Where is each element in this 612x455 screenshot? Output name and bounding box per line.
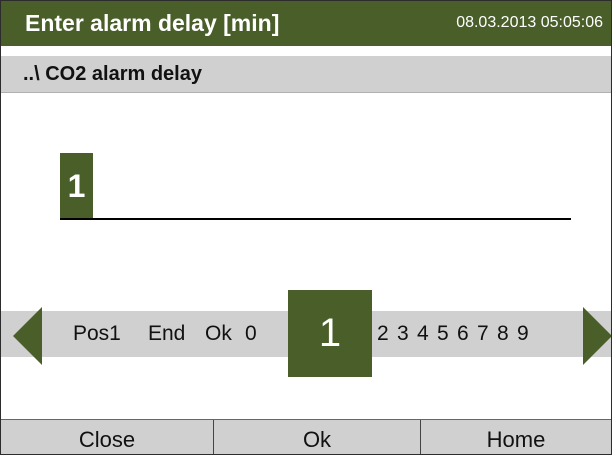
picker-digit-9[interactable]: 9 <box>517 311 529 357</box>
picker-digit-6[interactable]: 6 <box>457 311 469 357</box>
picker-digit-5[interactable]: 5 <box>437 311 449 357</box>
picker-digit-0[interactable]: 0 <box>245 311 257 357</box>
picker-ok[interactable]: Ok <box>205 311 232 357</box>
picker-digit-8[interactable]: 8 <box>497 311 509 357</box>
picker-digit-7[interactable]: 7 <box>477 311 489 357</box>
picker-digit-3[interactable]: 3 <box>397 311 409 357</box>
home-button[interactable]: Home <box>421 420 611 454</box>
entry-value[interactable]: 1 <box>60 153 93 219</box>
close-button[interactable]: Close <box>1 420 214 454</box>
button-bar: Close Ok Home <box>1 419 611 454</box>
picker-digit-4[interactable]: 4 <box>417 311 429 357</box>
arrow-right-icon[interactable] <box>583 307 611 365</box>
picker-selected-digit[interactable]: 1 <box>288 290 372 377</box>
picker-pos1[interactable]: Pos1 <box>73 311 121 357</box>
page-title: Enter alarm delay [min] <box>25 10 280 36</box>
picker-end[interactable]: End <box>148 311 185 357</box>
title-bar: Enter alarm delay [min] 08.03.2013 05:05… <box>1 1 611 46</box>
arrow-left-icon[interactable] <box>13 307 42 365</box>
entry-underline <box>60 218 571 220</box>
breadcrumb-bar: ..\ CO2 alarm delay <box>1 56 611 93</box>
ok-button[interactable]: Ok <box>214 420 421 454</box>
datetime: 08.03.2013 05:05:06 <box>456 14 603 31</box>
alarm-delay-screen: Enter alarm delay [min] 08.03.2013 05:05… <box>0 0 612 455</box>
breadcrumb: ..\ CO2 alarm delay <box>23 63 202 85</box>
picker-digit-2[interactable]: 2 <box>377 311 389 357</box>
